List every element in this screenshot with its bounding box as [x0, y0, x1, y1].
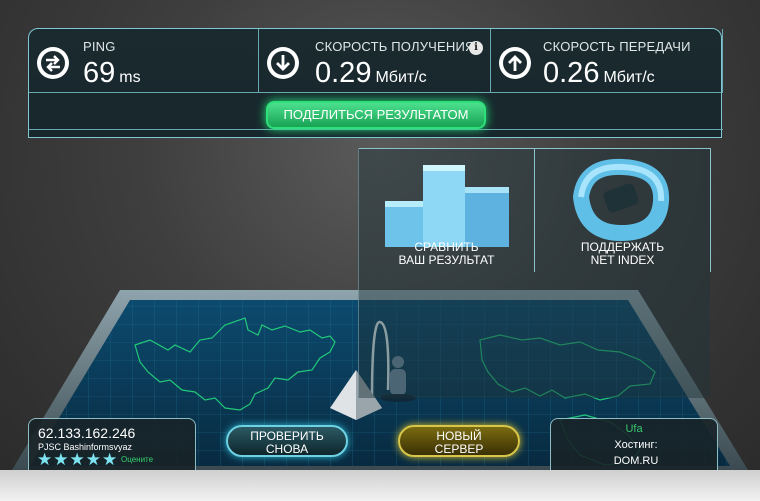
bottom-strip	[0, 470, 760, 501]
upload-number: 0.26	[543, 57, 600, 89]
results-panel: PING 69 ms СКОРОСТЬ ПОЛУЧЕНИЯ 0.29 Мбит/с	[28, 28, 723, 138]
speedtest-screen: PING 69 ms СКОРОСТЬ ПОЛУЧЕНИЯ 0.29 Мбит/с	[0, 0, 760, 501]
ping-arrows-icon	[37, 47, 69, 79]
client-info: 62.133.162.246 PJSC Bashinformsvyaz ★ ★ …	[28, 418, 196, 470]
upload-value: 0.26 Мбит/с	[543, 57, 655, 90]
compare-result-tile[interactable]: СРАВНИТЬ ВАШ РЕЗУЛЬТАТ	[359, 148, 535, 272]
ip-address: 62.133.162.246	[38, 425, 136, 441]
star-icon[interactable]: ★	[86, 452, 101, 469]
compare-result-label: СРАВНИТЬ ВАШ РЕЗУЛЬТАТ	[359, 241, 534, 267]
ping-value: 69 ms	[83, 57, 141, 90]
download-label: СКОРОСТЬ ПОЛУЧЕНИЯ	[315, 39, 475, 54]
ping-label: PING	[83, 39, 116, 54]
download-arrow-icon	[267, 47, 299, 79]
download-unit: Мбит/с	[375, 69, 427, 86]
upload-unit: Мбит/с	[603, 69, 655, 86]
retest-line2: СНОВА	[265, 442, 309, 456]
compare-line2: ВАШ РЕЗУЛЬТАТ	[398, 253, 495, 267]
info-icon[interactable]: i	[469, 41, 483, 55]
download-number: 0.29	[315, 57, 372, 89]
support-line2: NET INDEX	[590, 253, 655, 267]
retest-button[interactable]: ПРОВЕРИТЬ СНОВА	[226, 425, 348, 457]
rate-label[interactable]: Оцените	[121, 455, 153, 464]
bar-chart-icon	[385, 165, 509, 247]
compare-area: СРАВНИТЬ ВАШ РЕЗУЛЬТАТ ПОДДЕРЖАТЬ NET IN…	[358, 148, 711, 398]
newserver-line2: СЕРВЕР	[434, 442, 484, 456]
upload-arrow-icon	[499, 47, 531, 79]
server-city: Ufa	[625, 423, 643, 435]
ping-unit: ms	[119, 69, 141, 86]
star-icon[interactable]: ★	[53, 452, 68, 469]
host-name: DOM.RU	[613, 455, 659, 467]
net-index-logo-icon	[572, 158, 670, 241]
star-icon[interactable]: ★	[37, 452, 52, 469]
upload-label: СКОРОСТЬ ПЕРЕДАЧИ	[543, 39, 691, 54]
share-results-button[interactable]: ПОДЕЛИТЬСЯ РЕЗУЛЬТАТОМ	[266, 101, 486, 129]
ping-stat: PING 69 ms	[29, 29, 259, 92]
server-info: Ufa Хостинг: DOM.RU	[550, 418, 718, 470]
host-label: Хостинг:	[614, 439, 658, 451]
bottom-bar: 62.133.162.246 PJSC Bashinformsvyaz ★ ★ …	[28, 414, 722, 470]
download-stat: СКОРОСТЬ ПОЛУЧЕНИЯ 0.29 Мбит/с	[259, 29, 491, 92]
ping-number: 69	[83, 57, 116, 89]
download-value: 0.29 Мбит/с	[315, 57, 427, 90]
support-netindex-tile[interactable]: ПОДДЕРЖАТЬ NET INDEX	[535, 148, 711, 272]
new-server-button[interactable]: НОВЫЙ СЕРВЕР	[398, 425, 520, 457]
support-label: ПОДДЕРЖАТЬ NET INDEX	[535, 241, 710, 267]
share-row: ПОДЕЛИТЬСЯ РЕЗУЛЬТАТОМ	[29, 92, 723, 130]
star-icon[interactable]: ★	[70, 452, 85, 469]
star-icon[interactable]: ★	[102, 452, 117, 469]
upload-stat: СКОРОСТЬ ПЕРЕДАЧИ 0.26 Мбит/с	[491, 29, 723, 92]
rating-stars[interactable]: ★ ★ ★ ★ ★	[37, 452, 117, 469]
